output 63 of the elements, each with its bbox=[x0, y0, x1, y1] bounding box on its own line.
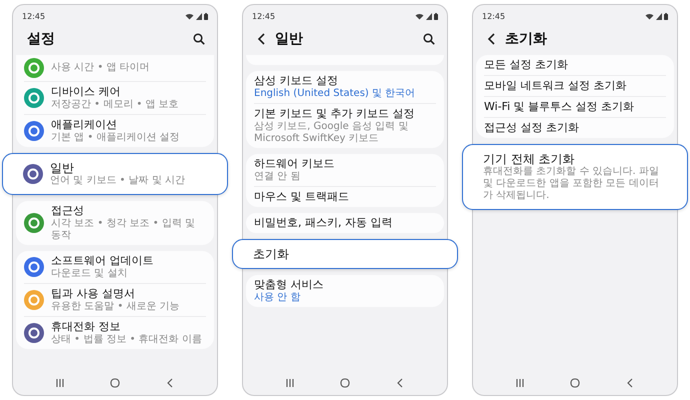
signal-icon bbox=[196, 12, 202, 20]
recent-apps-icon[interactable] bbox=[515, 378, 526, 388]
setting-subtitle: 삼성 키보드, Google 음성 입력 및 Microsoft SwiftKey 키보드 bbox=[254, 121, 410, 145]
search-icon[interactable] bbox=[193, 33, 205, 45]
recent-apps-icon[interactable] bbox=[55, 378, 66, 388]
home-icon[interactable] bbox=[340, 378, 350, 388]
setting-title[interactable]: 비밀번호, 패스키, 자동 입력 bbox=[254, 216, 392, 230]
setting-title[interactable]: 마우스 및 트랙패드 bbox=[254, 190, 349, 204]
wifi-icon bbox=[415, 12, 424, 20]
battery-icon bbox=[204, 12, 208, 20]
setting-title[interactable]: 삼성 키보드 설정 bbox=[254, 74, 416, 88]
setting-subtitle: 휴대전화를 초기화할 수 있습니다. 파일 및 다운로드한 앱을 포함한 모든 데이터가 삭제됩니다. bbox=[483, 166, 660, 202]
setting-subtitle: 상태 • 법률 정보 • 휴대전화 이름 bbox=[51, 334, 202, 346]
home-icon[interactable] bbox=[110, 378, 120, 388]
setting-title[interactable]: 디바이스 케어 bbox=[51, 85, 179, 99]
home-icon[interactable] bbox=[570, 378, 580, 388]
battery-icon bbox=[664, 12, 668, 20]
setting-title[interactable]: 접근성 bbox=[51, 204, 206, 218]
screen-title: 초기화 bbox=[505, 30, 547, 48]
setting-title[interactable]: 기본 키보드 및 추가 키보드 설정 bbox=[254, 107, 436, 121]
setting-subtitle: 유용한 도움말 • 새로운 기능 bbox=[51, 301, 180, 313]
setting-title[interactable]: 소프트웨어 업데이트 bbox=[51, 254, 154, 268]
setting-subtitle: 언어 및 키보드 • 날짜 및 시간 bbox=[50, 175, 185, 187]
setting-title[interactable]: 초기화 bbox=[253, 247, 289, 261]
setting-subtitle: 기본 앱 • 애플리케이션 설정 bbox=[51, 132, 180, 144]
setting-title[interactable]: 모바일 네트워크 설정 초기화 bbox=[484, 79, 626, 93]
back-icon[interactable] bbox=[394, 378, 405, 388]
setting-subtitle: 저장공간 • 메모리 • 앱 보호 bbox=[51, 99, 179, 111]
screen-title: 일반 bbox=[275, 30, 303, 48]
setting-subtitle: 사용 시간 • 앱 타이머 bbox=[51, 62, 150, 74]
setting-title[interactable]: 접근성 설정 초기화 bbox=[484, 121, 579, 135]
setting-title[interactable]: 맞춤형 서비스 bbox=[254, 278, 324, 292]
setting-title[interactable]: 기기 전체 초기화 bbox=[483, 152, 667, 166]
setting-subtitle: English (United States) 및 한국어 bbox=[254, 88, 416, 100]
signal-icon bbox=[426, 12, 432, 20]
back-icon[interactable] bbox=[164, 378, 175, 388]
wifi-icon bbox=[185, 12, 194, 20]
setting-subtitle: 연결 안 됨 bbox=[254, 171, 302, 183]
screen-title: 설정 bbox=[27, 30, 55, 48]
setting-title[interactable]: 모든 설정 초기화 bbox=[484, 58, 568, 72]
back-icon[interactable] bbox=[487, 33, 497, 45]
setting-subtitle: 사용 안 함 bbox=[254, 292, 302, 304]
highlight-callout[interactable]: 기기 전체 초기화 휴대전화를 초기화할 수 있습니다. 파일 및 다운로드한 앱을 포함한 모든 데이터가 삭제됩니다. bbox=[462, 144, 688, 210]
highlight-callout[interactable]: 초기화 bbox=[232, 239, 458, 269]
status-time: 12:45 bbox=[252, 12, 276, 20]
signal-icon bbox=[656, 12, 662, 20]
search-icon[interactable] bbox=[423, 33, 435, 45]
setting-subtitle: 다운로드 및 설치 bbox=[51, 268, 128, 280]
setting-title[interactable]: 팁과 사용 설명서 bbox=[51, 287, 180, 301]
back-icon[interactable] bbox=[257, 33, 267, 45]
battery-icon bbox=[434, 12, 438, 20]
setting-title[interactable]: 일반 bbox=[50, 161, 185, 175]
status-time: 12:45 bbox=[22, 12, 46, 20]
setting-subtitle: 시각 보조 • 청각 보조 • 입력 및 동작 bbox=[51, 218, 196, 242]
setting-title[interactable]: 휴대전화 정보 bbox=[51, 320, 202, 334]
highlight-callout[interactable]: 일반 언어 및 키보드 • 날짜 및 시간 bbox=[2, 153, 228, 195]
setting-title[interactable]: 애플리케이션 bbox=[51, 118, 180, 132]
setting-title[interactable]: 하드웨어 키보드 bbox=[254, 157, 334, 171]
wifi-icon bbox=[645, 12, 654, 20]
setting-title[interactable]: Wi-Fi 및 블루투스 설정 초기화 bbox=[484, 100, 634, 114]
status-time: 12:45 bbox=[482, 12, 506, 20]
back-icon[interactable] bbox=[624, 378, 635, 388]
recent-apps-icon[interactable] bbox=[285, 378, 296, 388]
